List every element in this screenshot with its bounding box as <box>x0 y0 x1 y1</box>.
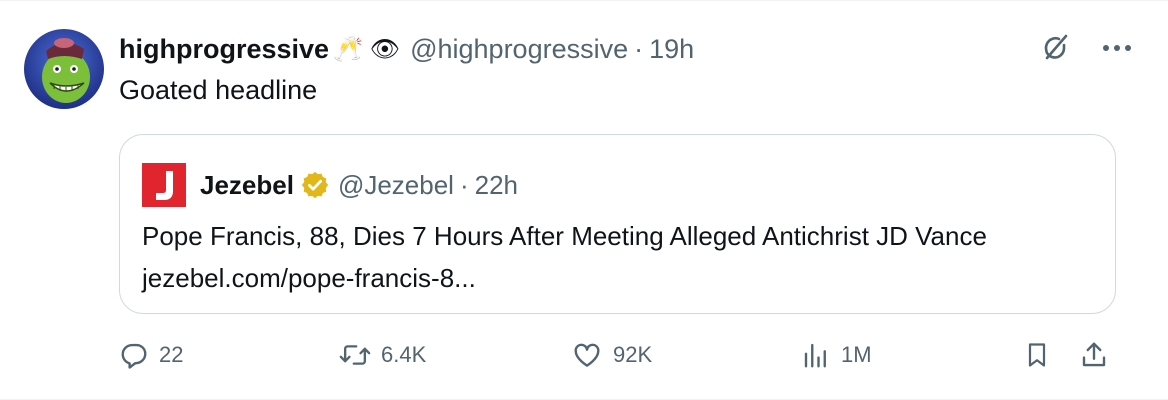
repost-icon <box>339 345 371 365</box>
views-icon <box>804 343 826 368</box>
repost-count: 6.4K <box>381 342 427 367</box>
action-bar: 22 6.4K 92K 1M <box>119 335 1116 375</box>
like-icon <box>574 343 600 367</box>
reply-button[interactable]: 22 <box>119 335 183 375</box>
quoted-post-time[interactable]: 22h <box>475 170 518 201</box>
more-icon[interactable] <box>1102 43 1132 53</box>
quoted-post[interactable]: Jezebel @Jezebel · 22h Pope Francis, 88,… <box>119 134 1116 314</box>
repost-button[interactable]: 6.4K <box>339 335 426 375</box>
post-time[interactable]: 19h <box>649 34 694 65</box>
author-name[interactable]: highprogressive <box>119 34 329 65</box>
grok-icon[interactable] <box>1038 31 1072 65</box>
post-header: highprogressive 🥂 👁 @highprogressive · 1… <box>119 29 694 69</box>
verified-badge-icon <box>300 170 330 200</box>
post-text: Goated headline <box>119 75 318 105</box>
jezebel-logo <box>142 163 186 207</box>
quoted-author-handle[interactable]: @Jezebel <box>338 170 454 201</box>
quoted-author-name[interactable]: Jezebel <box>200 170 294 201</box>
separator-dot: · <box>459 169 469 200</box>
bookmark-button[interactable] <box>1023 335 1051 375</box>
avatar[interactable] <box>24 29 104 109</box>
reply-count: 22 <box>159 342 184 367</box>
quoted-header: Jezebel @Jezebel · 22h <box>142 163 518 207</box>
share-button[interactable] <box>1079 335 1109 375</box>
like-button[interactable]: 92K <box>571 335 652 375</box>
name-emojis: 🥂 👁 <box>333 35 401 63</box>
tweet-card[interactable]: highprogressive 🥂 👁 @highprogressive · 1… <box>0 0 1168 400</box>
views-button[interactable]: 1M <box>801 335 872 375</box>
quoted-text: Pope Francis, 88, Dies 7 Hours After Mee… <box>142 221 987 293</box>
post-top-actions <box>1038 31 1132 65</box>
author-handle[interactable]: @highprogressive <box>410 34 628 65</box>
reply-icon <box>121 343 147 369</box>
views-count: 1M <box>841 342 872 367</box>
separator-dot: · <box>634 33 644 64</box>
share-icon <box>1082 342 1106 367</box>
like-count: 92K <box>613 342 653 367</box>
bookmark-icon <box>1028 343 1046 367</box>
